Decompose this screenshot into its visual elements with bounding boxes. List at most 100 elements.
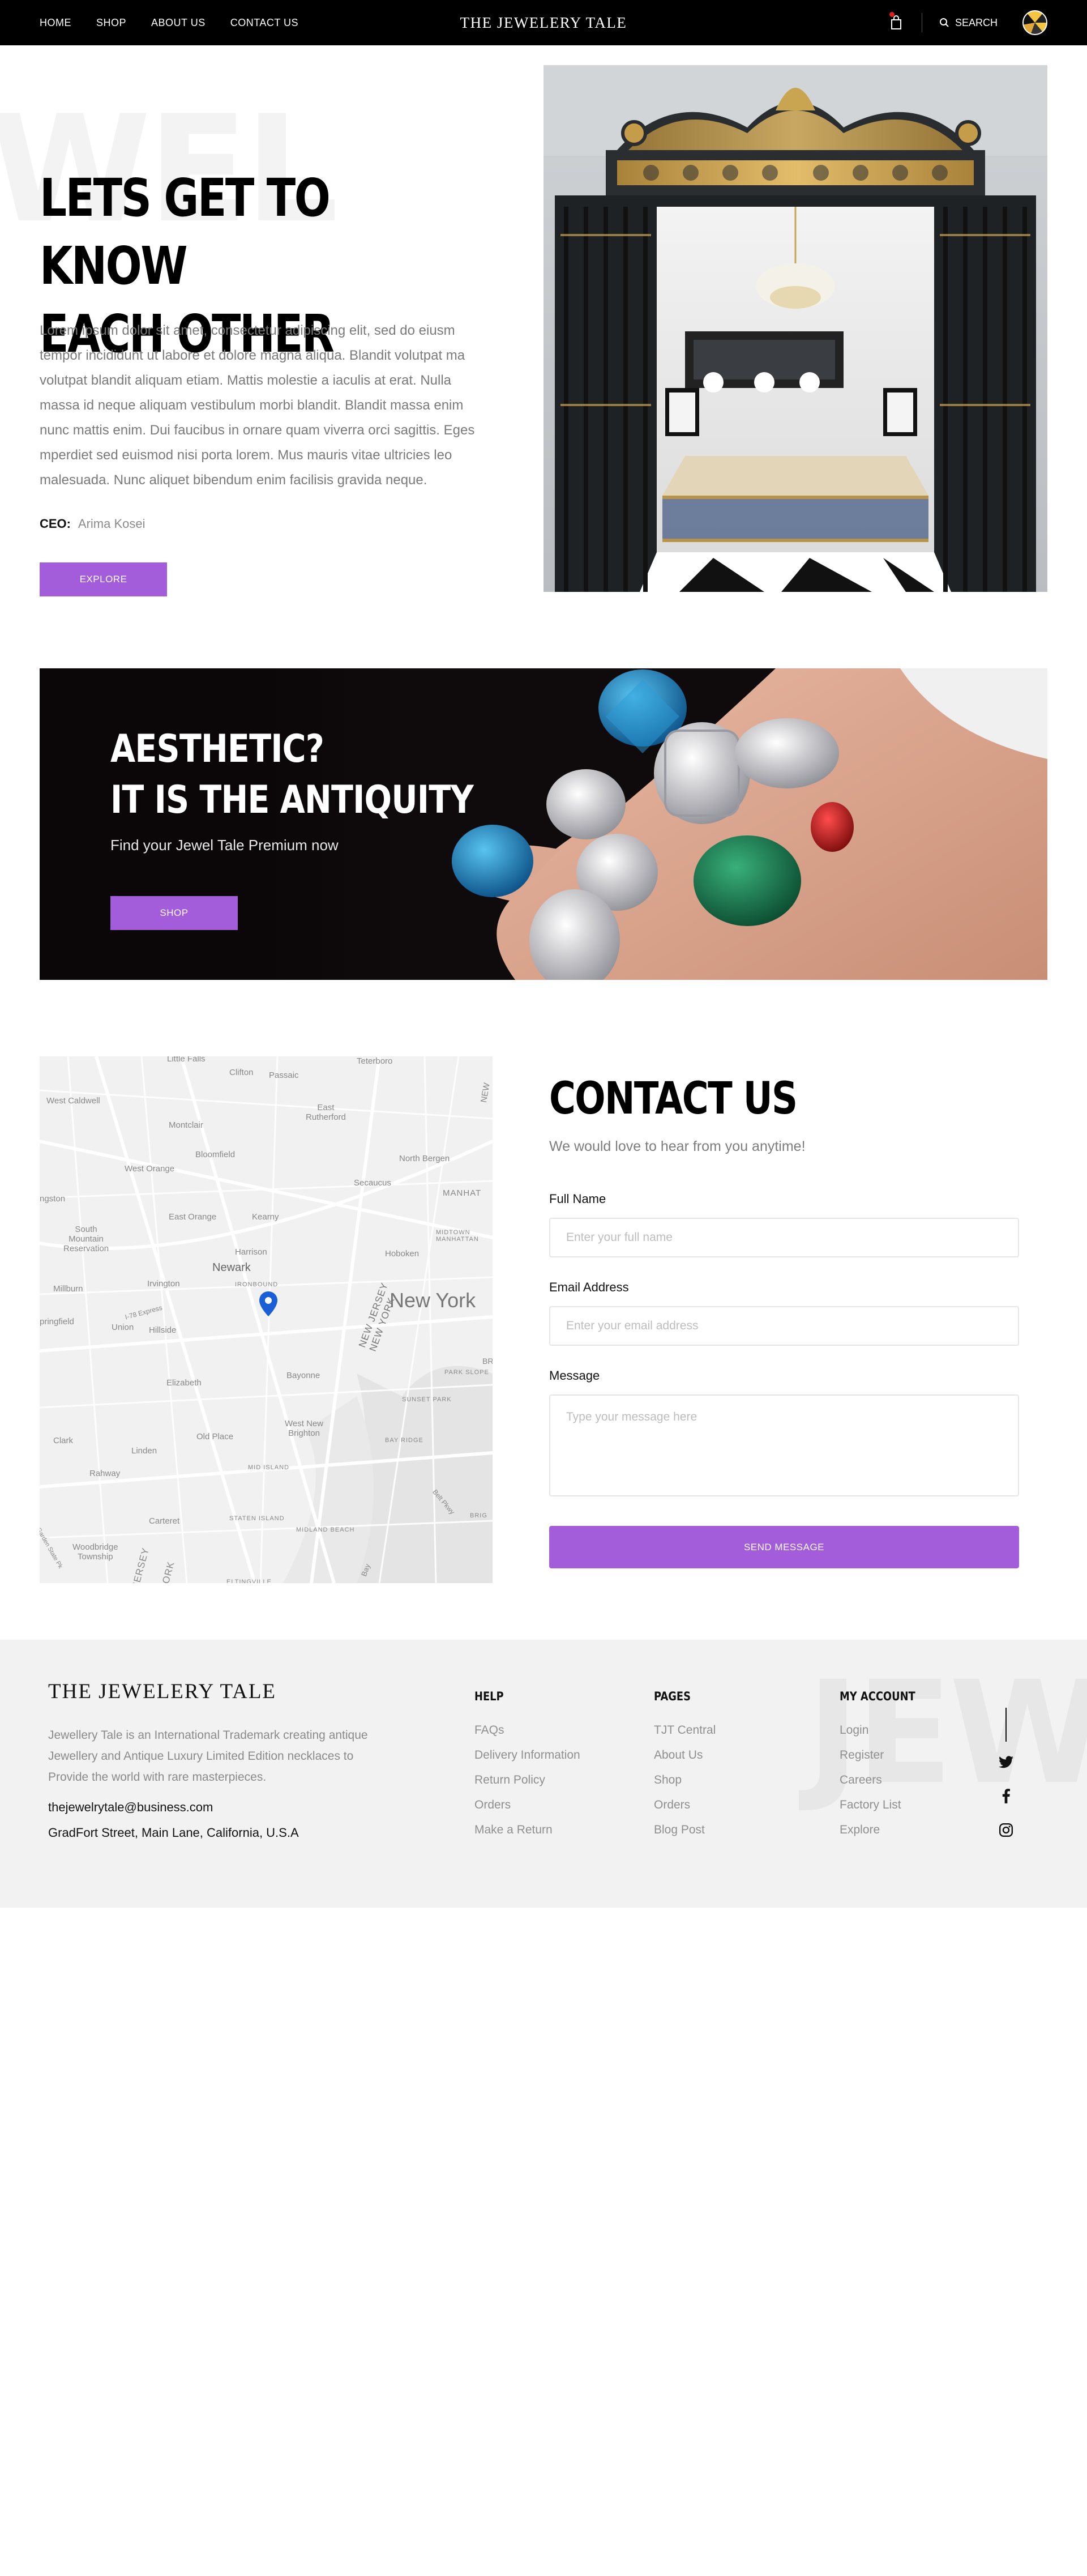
instagram-link[interactable] xyxy=(998,1822,1014,1838)
footer-link-register[interactable]: Register xyxy=(840,1743,928,1768)
hero-body-text: Lorem ipsum dolor sit amet, consectetur … xyxy=(40,323,475,488)
full-name-label: Full Name xyxy=(549,1192,606,1206)
footer-link-return-policy[interactable]: Return Policy xyxy=(474,1768,580,1793)
banner-title: AESTHETIC? IT IS THE ANTIQUITY xyxy=(110,724,474,826)
map-label-montclair: Montclair xyxy=(169,1120,203,1130)
map-label-bayonne: Bayonne xyxy=(286,1371,320,1380)
cart-button[interactable] xyxy=(889,12,902,30)
footer-link-factory-list[interactable]: Factory List xyxy=(840,1793,928,1818)
footer-link-tjt-central[interactable]: TJT Central xyxy=(654,1718,716,1743)
map-label-elizabeth: Elizabeth xyxy=(166,1378,202,1388)
map-label-clark: Clark xyxy=(53,1436,74,1445)
map-label-west-caldwell: West Caldwell xyxy=(46,1096,100,1106)
search-button[interactable]: SEARCH xyxy=(939,17,998,29)
instagram-icon xyxy=(999,1823,1013,1837)
twitter-link[interactable] xyxy=(998,1754,1014,1770)
message-textarea[interactable] xyxy=(549,1394,1019,1496)
map-label-sunset-park: SUNSET PARK xyxy=(402,1396,452,1403)
map-label-staten-island: STATEN ISLAND xyxy=(229,1515,285,1522)
map-label-br: BR xyxy=(482,1357,493,1366)
footer-heading-my-account: MY ACCOUNT xyxy=(840,1690,915,1703)
footer-link-delivery-information[interactable]: Delivery Information xyxy=(474,1743,580,1768)
map-label-north-bergen: North Bergen xyxy=(399,1154,450,1163)
banner-subtitle: Find your Jewel Tale Premium now xyxy=(110,837,339,854)
store-entrance-illustration xyxy=(544,65,1047,592)
social-divider xyxy=(1005,1708,1007,1742)
map-label-teterboro: Teterboro xyxy=(357,1056,393,1066)
footer-link-faqs[interactable]: FAQs xyxy=(474,1718,580,1743)
facebook-icon xyxy=(1002,1789,1010,1803)
ceo-label: CEO: xyxy=(40,517,71,531)
map-label-old-place: Old Place xyxy=(196,1432,234,1441)
map-label-irvington: Irvington xyxy=(147,1279,180,1289)
footer-email[interactable]: thejewelrytale@business.com xyxy=(48,1800,213,1815)
explore-button[interactable]: EXPLORE xyxy=(40,562,167,596)
map-label-midtown: MIDTOWN MANHATTAN xyxy=(436,1229,479,1243)
map-label-union: Union xyxy=(112,1323,134,1332)
contact-title: CONTACT US xyxy=(549,1073,798,1124)
twitter-icon xyxy=(999,1756,1013,1768)
cart-badge xyxy=(889,12,895,17)
footer-logo[interactable]: THE JEWELERY TALE xyxy=(48,1679,276,1704)
location-map[interactable]: Little Falls Clifton Passaic Teterboro W… xyxy=(40,1056,493,1583)
map-label-manhattan: MANHAT xyxy=(443,1188,482,1198)
footer-link-orders-pages[interactable]: Orders xyxy=(654,1793,716,1818)
nav-links: HOME SHOP ABOUT US CONTACT US xyxy=(40,0,298,45)
map-label-little-falls: Little Falls xyxy=(167,1056,206,1064)
map-label-linden: Linden xyxy=(131,1446,157,1456)
cart-icon xyxy=(891,15,901,29)
top-navbar: HOME SHOP ABOUT US CONTACT US THE JEWELE… xyxy=(0,0,1087,45)
nav-link-about-us[interactable]: ABOUT US xyxy=(151,17,206,29)
map-label-springfield: pringfield xyxy=(40,1317,74,1327)
map-label-eltingville: ELTINGVILLE xyxy=(226,1579,272,1583)
email-input[interactable] xyxy=(549,1306,1019,1346)
nav-link-home[interactable]: HOME xyxy=(40,17,71,29)
footer-column-pages: PAGES TJT Central About Us Shop Orders B… xyxy=(654,1690,716,1843)
map-pin-icon[interactable] xyxy=(259,1291,277,1316)
map-label-bay-ridge: BAY RIDGE xyxy=(385,1437,423,1444)
footer-heading-pages: PAGES xyxy=(654,1690,691,1703)
footer-link-shop[interactable]: Shop xyxy=(654,1768,716,1793)
shop-button[interactable]: SHOP xyxy=(110,896,238,930)
map-label-millburn: Millburn xyxy=(53,1284,83,1294)
footer-link-make-a-return[interactable]: Make a Return xyxy=(474,1818,580,1843)
send-message-button[interactable]: SEND MESSAGE xyxy=(549,1526,1019,1568)
ceo-name: Arima Kosei xyxy=(78,517,145,531)
about-hero-section: WEL LETS GET TO KNOW EACH OTHER Lorem ip… xyxy=(0,45,1087,668)
map-label-brig: BRIG xyxy=(470,1512,487,1519)
search-label: SEARCH xyxy=(955,16,998,28)
footer-link-blog-post[interactable]: Blog Post xyxy=(654,1818,716,1843)
hero-title-line-1: LETS GET TO KNOW xyxy=(40,168,331,296)
nav-link-shop[interactable]: SHOP xyxy=(96,17,126,29)
search-icon xyxy=(939,18,949,27)
footer-link-careers[interactable]: Careers xyxy=(840,1768,928,1793)
map-label-east-rutherford: East Rutherford xyxy=(306,1103,346,1122)
map-label-secaucus: Secaucus xyxy=(354,1178,391,1188)
footer: JEW THE JEWELERY TALE Jewellery Tale is … xyxy=(0,1640,1087,1908)
footer-address: GradFort Street, Main Lane, California, … xyxy=(48,1826,299,1840)
banner-title-line-1: AESTHETIC? xyxy=(110,727,324,771)
map-label-south-mountain: South Mountain Reservation xyxy=(63,1225,109,1253)
footer-heading-help: HELP xyxy=(474,1690,504,1703)
footer-column-my-account: MY ACCOUNT Login Register Careers Factor… xyxy=(840,1690,928,1843)
map-label-bloomfield: Bloomfield xyxy=(195,1150,236,1159)
facebook-link[interactable] xyxy=(998,1788,1014,1804)
map-label-clifton: Clifton xyxy=(229,1068,254,1077)
map-label-west-orange: West Orange xyxy=(125,1164,175,1174)
nav-actions: SEARCH xyxy=(889,0,1047,45)
avatar[interactable] xyxy=(1022,10,1047,35)
map-label-west-new-brighton: West New Brighton xyxy=(285,1419,324,1438)
message-label: Message xyxy=(549,1368,600,1383)
footer-link-about-us[interactable]: About Us xyxy=(654,1743,716,1768)
map-label-midland-beach: MIDLAND BEACH xyxy=(296,1526,355,1533)
social-links xyxy=(998,1708,1014,1856)
full-name-input[interactable] xyxy=(549,1218,1019,1257)
footer-link-login[interactable]: Login xyxy=(840,1718,928,1743)
map-label-livingston: ngston xyxy=(40,1194,66,1204)
map-label-carteret: Carteret xyxy=(149,1516,180,1526)
footer-column-help: HELP FAQs Delivery Information Return Po… xyxy=(474,1690,580,1843)
footer-link-explore[interactable]: Explore xyxy=(840,1818,928,1843)
nav-link-contact-us[interactable]: CONTACT US xyxy=(230,17,298,29)
footer-link-orders-help[interactable]: Orders xyxy=(474,1793,580,1818)
ceo-line: CEO: Arima Kosei xyxy=(40,517,145,531)
